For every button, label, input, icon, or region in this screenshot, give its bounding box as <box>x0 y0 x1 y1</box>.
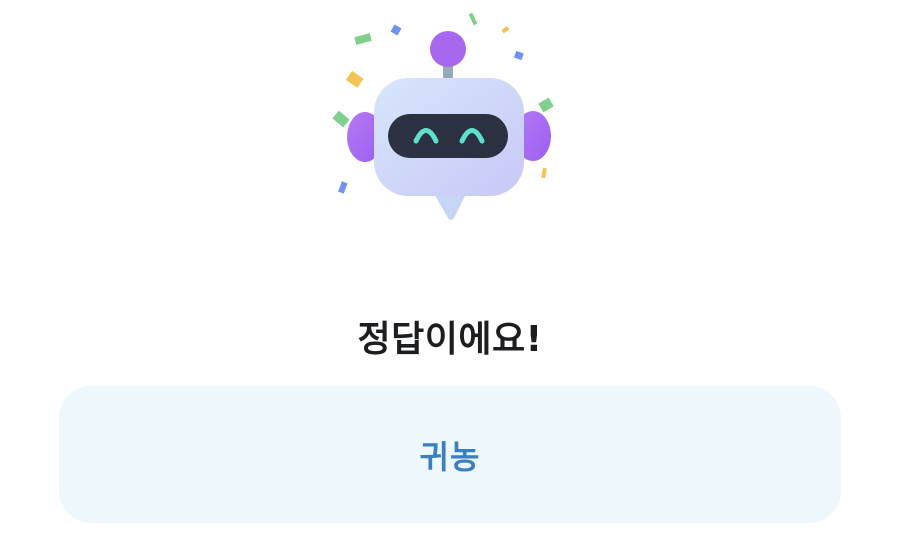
quiz-result-screen: 정답이에요! 귀농 <box>0 0 900 551</box>
answer-button-label: 귀농 <box>419 437 481 476</box>
antenna-ball <box>430 31 466 67</box>
robot-visor <box>388 114 508 158</box>
robot-mascot-icon <box>332 12 554 220</box>
result-title: 정답이에요! <box>357 319 543 360</box>
answer-button[interactable]: 귀농 <box>59 386 841 523</box>
